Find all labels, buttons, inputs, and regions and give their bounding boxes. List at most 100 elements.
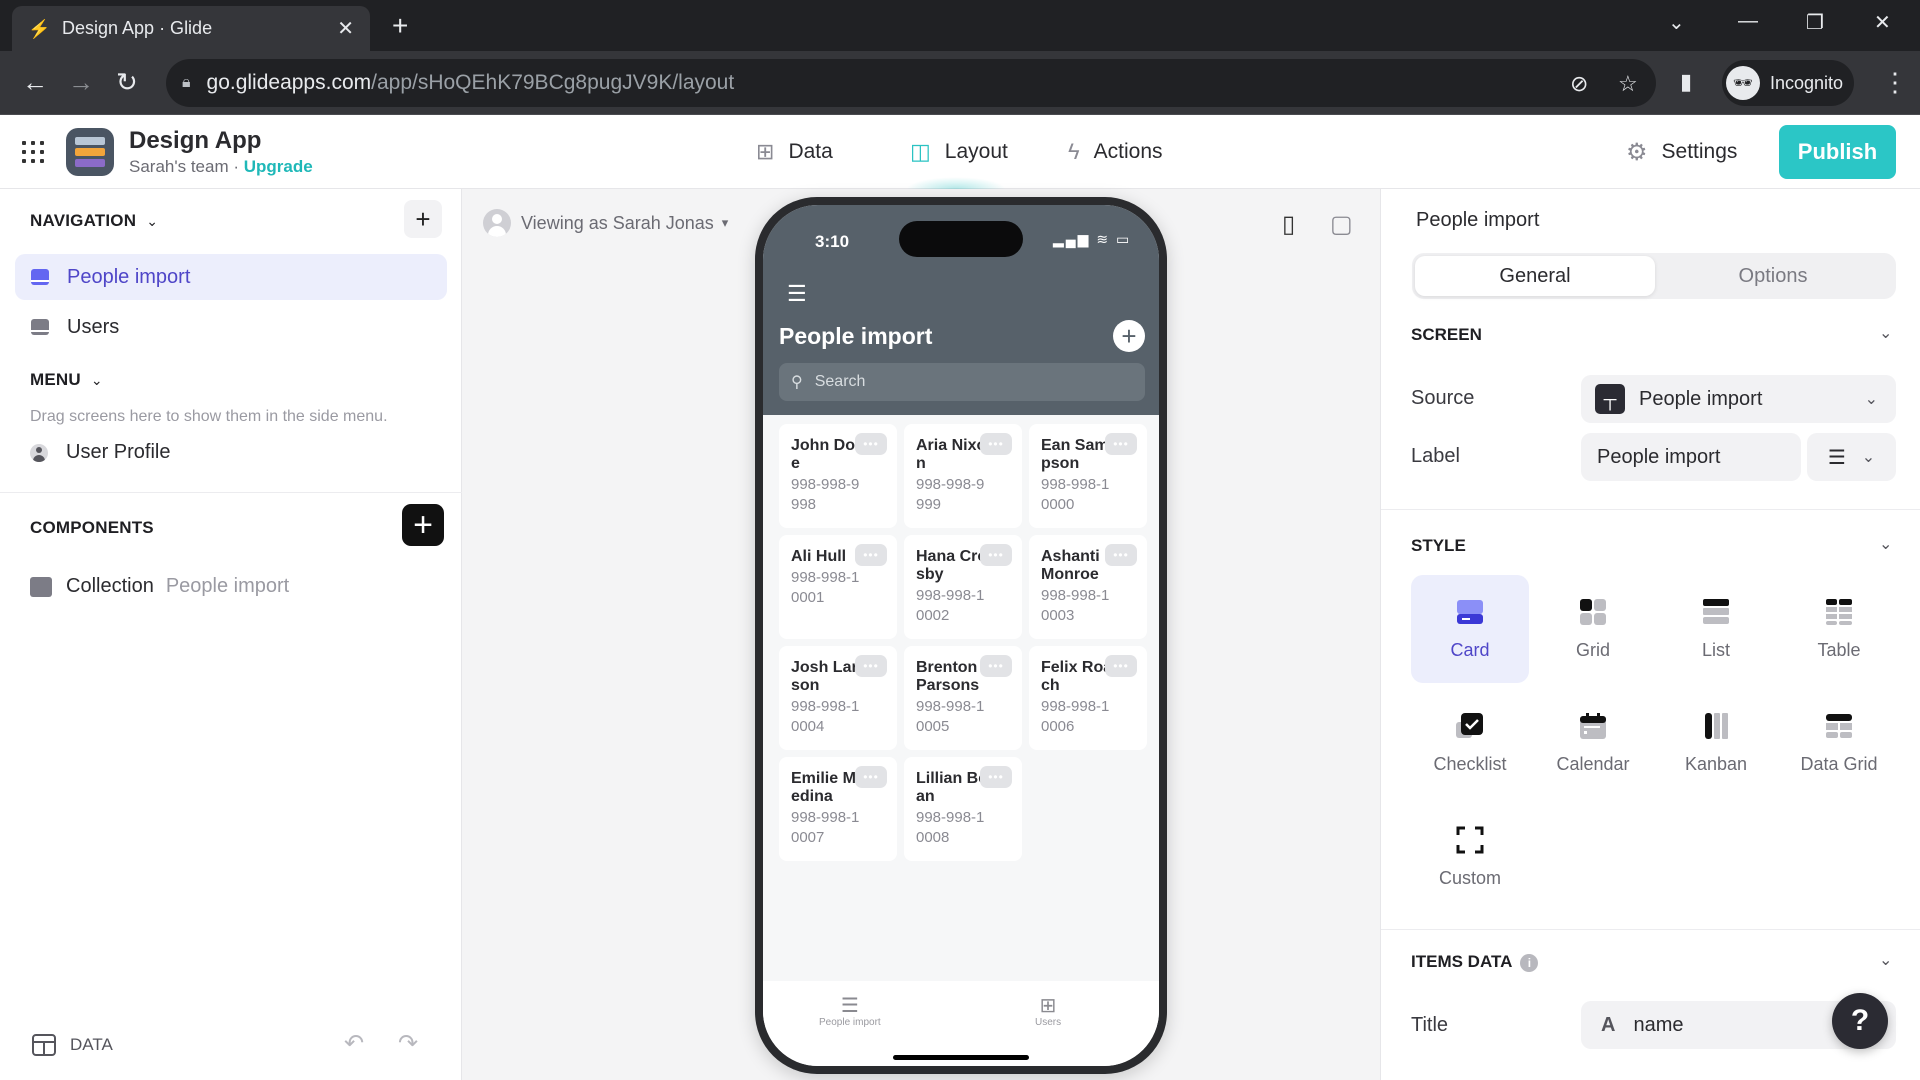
nav-actions-label: Actions [1093, 140, 1163, 163]
more-options-icon[interactable]: ••• [980, 544, 1012, 566]
style-option-grid[interactable]: Grid [1534, 575, 1652, 683]
minimize-button[interactable]: — [1738, 10, 1758, 33]
tablet-preview-icon[interactable]: ▢ [1330, 210, 1353, 239]
component-item-collection[interactable]: Collection People import [30, 575, 289, 598]
label-icon-select[interactable]: ☰ ⌄ [1807, 433, 1896, 481]
chevron-down-icon[interactable]: ⌄ [1879, 950, 1892, 970]
sidebar-item-people-import[interactable]: People import [15, 254, 447, 300]
browser-menu-icon[interactable]: ⋮ [1882, 67, 1908, 98]
more-options-icon[interactable]: ••• [855, 433, 887, 455]
upgrade-link[interactable]: Upgrade [244, 157, 313, 176]
style-option-kanban[interactable]: Kanban [1657, 689, 1775, 797]
nav-data[interactable]: ⊞ Data [756, 115, 833, 189]
more-options-icon[interactable]: ••• [1105, 544, 1137, 566]
label-input[interactable]: People import [1581, 433, 1801, 481]
phone-tab-people-import[interactable]: ☰ People import [819, 995, 881, 1028]
hamburger-menu-icon[interactable]: ☰ [787, 281, 807, 307]
more-options-icon[interactable]: ••• [855, 544, 887, 566]
forward-icon[interactable]: → [68, 67, 94, 98]
viewing-as-selector[interactable]: Viewing as Sarah Jonas ▾ [483, 209, 728, 237]
sidebar-item-user-profile[interactable]: User Profile [30, 441, 170, 464]
style-option-calendar[interactable]: Calendar [1534, 689, 1652, 797]
incognito-badge[interactable]: 🕶︎ Incognito [1722, 60, 1854, 106]
more-options-icon[interactable]: ••• [855, 655, 887, 677]
restore-button[interactable]: ❐ [1806, 10, 1824, 35]
list-item[interactable]: Lillian Bean 998-998-10008 ••• [904, 757, 1022, 861]
search-input[interactable]: ⚲ Search [779, 363, 1145, 401]
more-options-icon[interactable]: ••• [1105, 433, 1137, 455]
new-tab-button[interactable]: + [392, 10, 408, 42]
panel-tabs: General Options [1412, 253, 1896, 299]
list-item[interactable]: Felix Roach 998-998-10006 ••• [1029, 646, 1147, 750]
label-label: Label [1411, 445, 1460, 467]
tab-search-icon[interactable]: ⌄ [1668, 10, 1685, 35]
info-icon[interactable]: i [1520, 953, 1539, 972]
nav-actions[interactable]: ϟ Actions [1068, 115, 1163, 189]
incognito-label: Incognito [1770, 72, 1844, 93]
list-item[interactable]: Hana Crosby 998-998-10002 ••• [904, 535, 1022, 639]
back-icon[interactable]: ← [22, 67, 48, 98]
list-style-icon [1702, 598, 1730, 626]
items-data-title: ITEMS DATA [1411, 952, 1513, 971]
redo-icon[interactable]: ↷ [398, 1029, 418, 1058]
team-name: Sarah's team [129, 157, 229, 176]
chevron-down-icon[interactable]: ⌄ [1879, 323, 1892, 343]
style-option-custom[interactable]: Custom [1411, 803, 1529, 911]
settings-button[interactable]: ⚙ Settings [1626, 115, 1737, 189]
add-component-button[interactable]: + [402, 504, 444, 546]
tab-options[interactable]: Options [1653, 256, 1893, 296]
add-screen-button[interactable]: + [404, 200, 442, 238]
nav-layout-label: Layout [944, 140, 1008, 163]
list-item[interactable]: Emilie Medina 998-998-10007 ••• [779, 757, 897, 861]
close-window-button[interactable]: ✕ [1874, 10, 1891, 35]
add-item-button[interactable]: + [1113, 320, 1145, 352]
close-tab-icon[interactable]: ✕ [337, 16, 354, 41]
data-editor-link[interactable]: DATA [32, 1034, 113, 1056]
card-collection: John Doe 998-998-9998 ••• Aria Nixon 998-998… [779, 424, 1149, 861]
phone-tab-users[interactable]: ⊞ Users [1035, 995, 1061, 1028]
list-item[interactable]: Brenton Parsons 998-998-10005 ••• [904, 646, 1022, 750]
style-option-card[interactable]: Card [1411, 575, 1529, 683]
url-bar[interactable]: 🔒︎ go.glideapps.com /app/sHoQEhK79BCg8pu… [166, 59, 1656, 107]
menu-header[interactable]: MENU ⌄ [30, 370, 103, 390]
card-name: Ean Sampson [1041, 437, 1109, 472]
more-options-icon[interactable]: ••• [980, 766, 1012, 788]
reload-icon[interactable]: ↻ [116, 67, 138, 98]
chevron-down-icon: ⌄ [90, 372, 103, 388]
more-options-icon[interactable]: ••• [980, 655, 1012, 677]
separator: · [228, 157, 244, 176]
help-button[interactable]: ? [1832, 993, 1888, 1049]
chevron-down-icon[interactable]: ⌄ [1879, 534, 1892, 554]
tab-general[interactable]: General [1415, 256, 1655, 296]
browser-tab[interactable]: ⚡ Design App · Glide ✕ [12, 6, 370, 51]
status-time: 3:10 [815, 232, 850, 251]
style-option-data-grid[interactable]: Data Grid [1780, 689, 1898, 797]
bookmark-star-icon[interactable]: ☆ [1618, 71, 1638, 97]
incognito-icon: 🕶︎ [1726, 66, 1760, 100]
list-item[interactable]: Ali Hull 998-998-10001 ••• [779, 535, 897, 639]
home-indicator [893, 1055, 1029, 1060]
style-option-table[interactable]: Table [1780, 575, 1898, 683]
app-logo [66, 128, 114, 176]
sidebar-item-users[interactable]: Users [15, 304, 447, 350]
side-panel-icon[interactable]: ▮ [1680, 69, 1692, 95]
list-item[interactable]: Josh Larson 998-998-10004 ••• [779, 646, 897, 750]
list-item[interactable]: Aria Nixon 998-998-9999 ••• [904, 424, 1022, 528]
style-option-checklist[interactable]: Checklist [1411, 689, 1529, 797]
list-item[interactable]: John Doe 998-998-9998 ••• [779, 424, 897, 528]
more-options-icon[interactable]: ••• [980, 433, 1012, 455]
style-option-list[interactable]: List [1657, 575, 1775, 683]
source-select[interactable]: ┬ People import ⌄ [1581, 375, 1896, 423]
phone-preview-icon[interactable]: ▯ [1282, 210, 1295, 239]
tracking-eye-off-icon[interactable]: ⊘ [1570, 71, 1588, 97]
undo-icon[interactable]: ↶ [344, 1029, 364, 1058]
list-item[interactable]: Ashanti Monroe 998-998-10003 ••• [1029, 535, 1147, 639]
calendar-style-icon [1579, 712, 1607, 740]
more-options-icon[interactable]: ••• [855, 766, 887, 788]
glide-favicon-icon: ⚡ [28, 18, 51, 39]
more-options-icon[interactable]: ••• [1105, 655, 1137, 677]
navigation-header[interactable]: NAVIGATION ⌄ [30, 211, 158, 231]
publish-button[interactable]: Publish [1779, 125, 1896, 179]
list-item[interactable]: Ean Sampson 998-998-10000 ••• [1029, 424, 1147, 528]
apps-grid-icon[interactable] [22, 141, 44, 163]
